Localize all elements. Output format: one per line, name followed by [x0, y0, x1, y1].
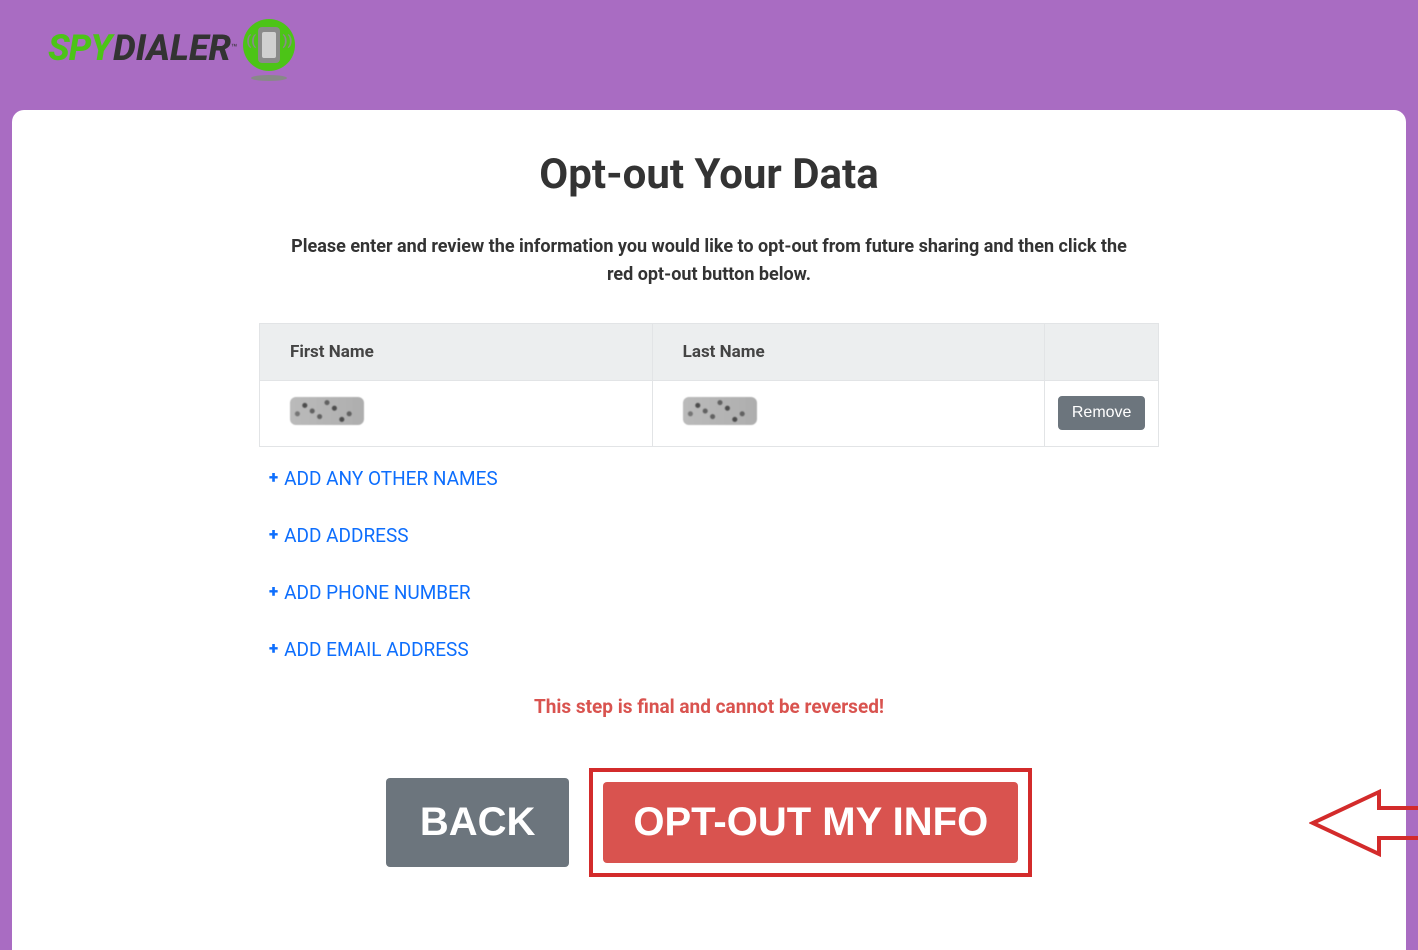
logo[interactable]: SPY DIALER ™ (( )) [48, 18, 1418, 78]
instruction-text: Please enter and review the information … [279, 233, 1139, 289]
plus-icon: + [269, 525, 278, 545]
logo-tm: ™ [231, 43, 237, 54]
back-button[interactable]: BACK [386, 778, 570, 867]
arrow-annotation-icon [1309, 788, 1418, 858]
col-first-name: First Name [260, 323, 653, 380]
button-row: BACK OPT-OUT MY INFO [259, 768, 1159, 877]
first-name-cell [260, 380, 653, 446]
main-card: Opt-out Your Data Please enter and revie… [12, 110, 1406, 950]
page-title: Opt-out Your Data [259, 150, 1159, 199]
remove-button[interactable]: Remove [1058, 396, 1146, 430]
warning-text: This step is final and cannot be reverse… [259, 695, 1159, 718]
add-email-link[interactable]: + ADD EMAIL ADDRESS [269, 638, 1159, 661]
plus-icon: + [269, 639, 278, 659]
table-row: Remove [260, 380, 1159, 446]
add-email-label: ADD EMAIL ADDRESS [284, 638, 469, 661]
redacted-first-name [290, 397, 364, 425]
add-phone-link[interactable]: + ADD PHONE NUMBER [269, 581, 1159, 604]
logo-dialer-text: DIALER [113, 27, 231, 69]
add-address-label: ADD ADDRESS [284, 524, 408, 547]
add-address-link[interactable]: + ADD ADDRESS [269, 524, 1159, 547]
phone-icon: (( )) [243, 19, 301, 77]
add-names-link[interactable]: + ADD ANY OTHER NAMES [269, 467, 1159, 490]
plus-icon: + [269, 582, 278, 602]
redacted-last-name [683, 397, 757, 425]
optout-button[interactable]: OPT-OUT MY INFO [603, 782, 1018, 863]
col-action [1045, 323, 1159, 380]
last-name-cell [652, 380, 1045, 446]
add-phone-label: ADD PHONE NUMBER [284, 581, 471, 604]
col-last-name: Last Name [652, 323, 1045, 380]
names-table: First Name Last Name Remove [259, 323, 1159, 447]
add-names-label: ADD ANY OTHER NAMES [284, 467, 498, 490]
optout-highlight-box: OPT-OUT MY INFO [589, 768, 1032, 877]
logo-spy-text: SPY [48, 27, 111, 69]
header: SPY DIALER ™ (( )) [0, 0, 1418, 110]
plus-icon: + [269, 468, 278, 488]
